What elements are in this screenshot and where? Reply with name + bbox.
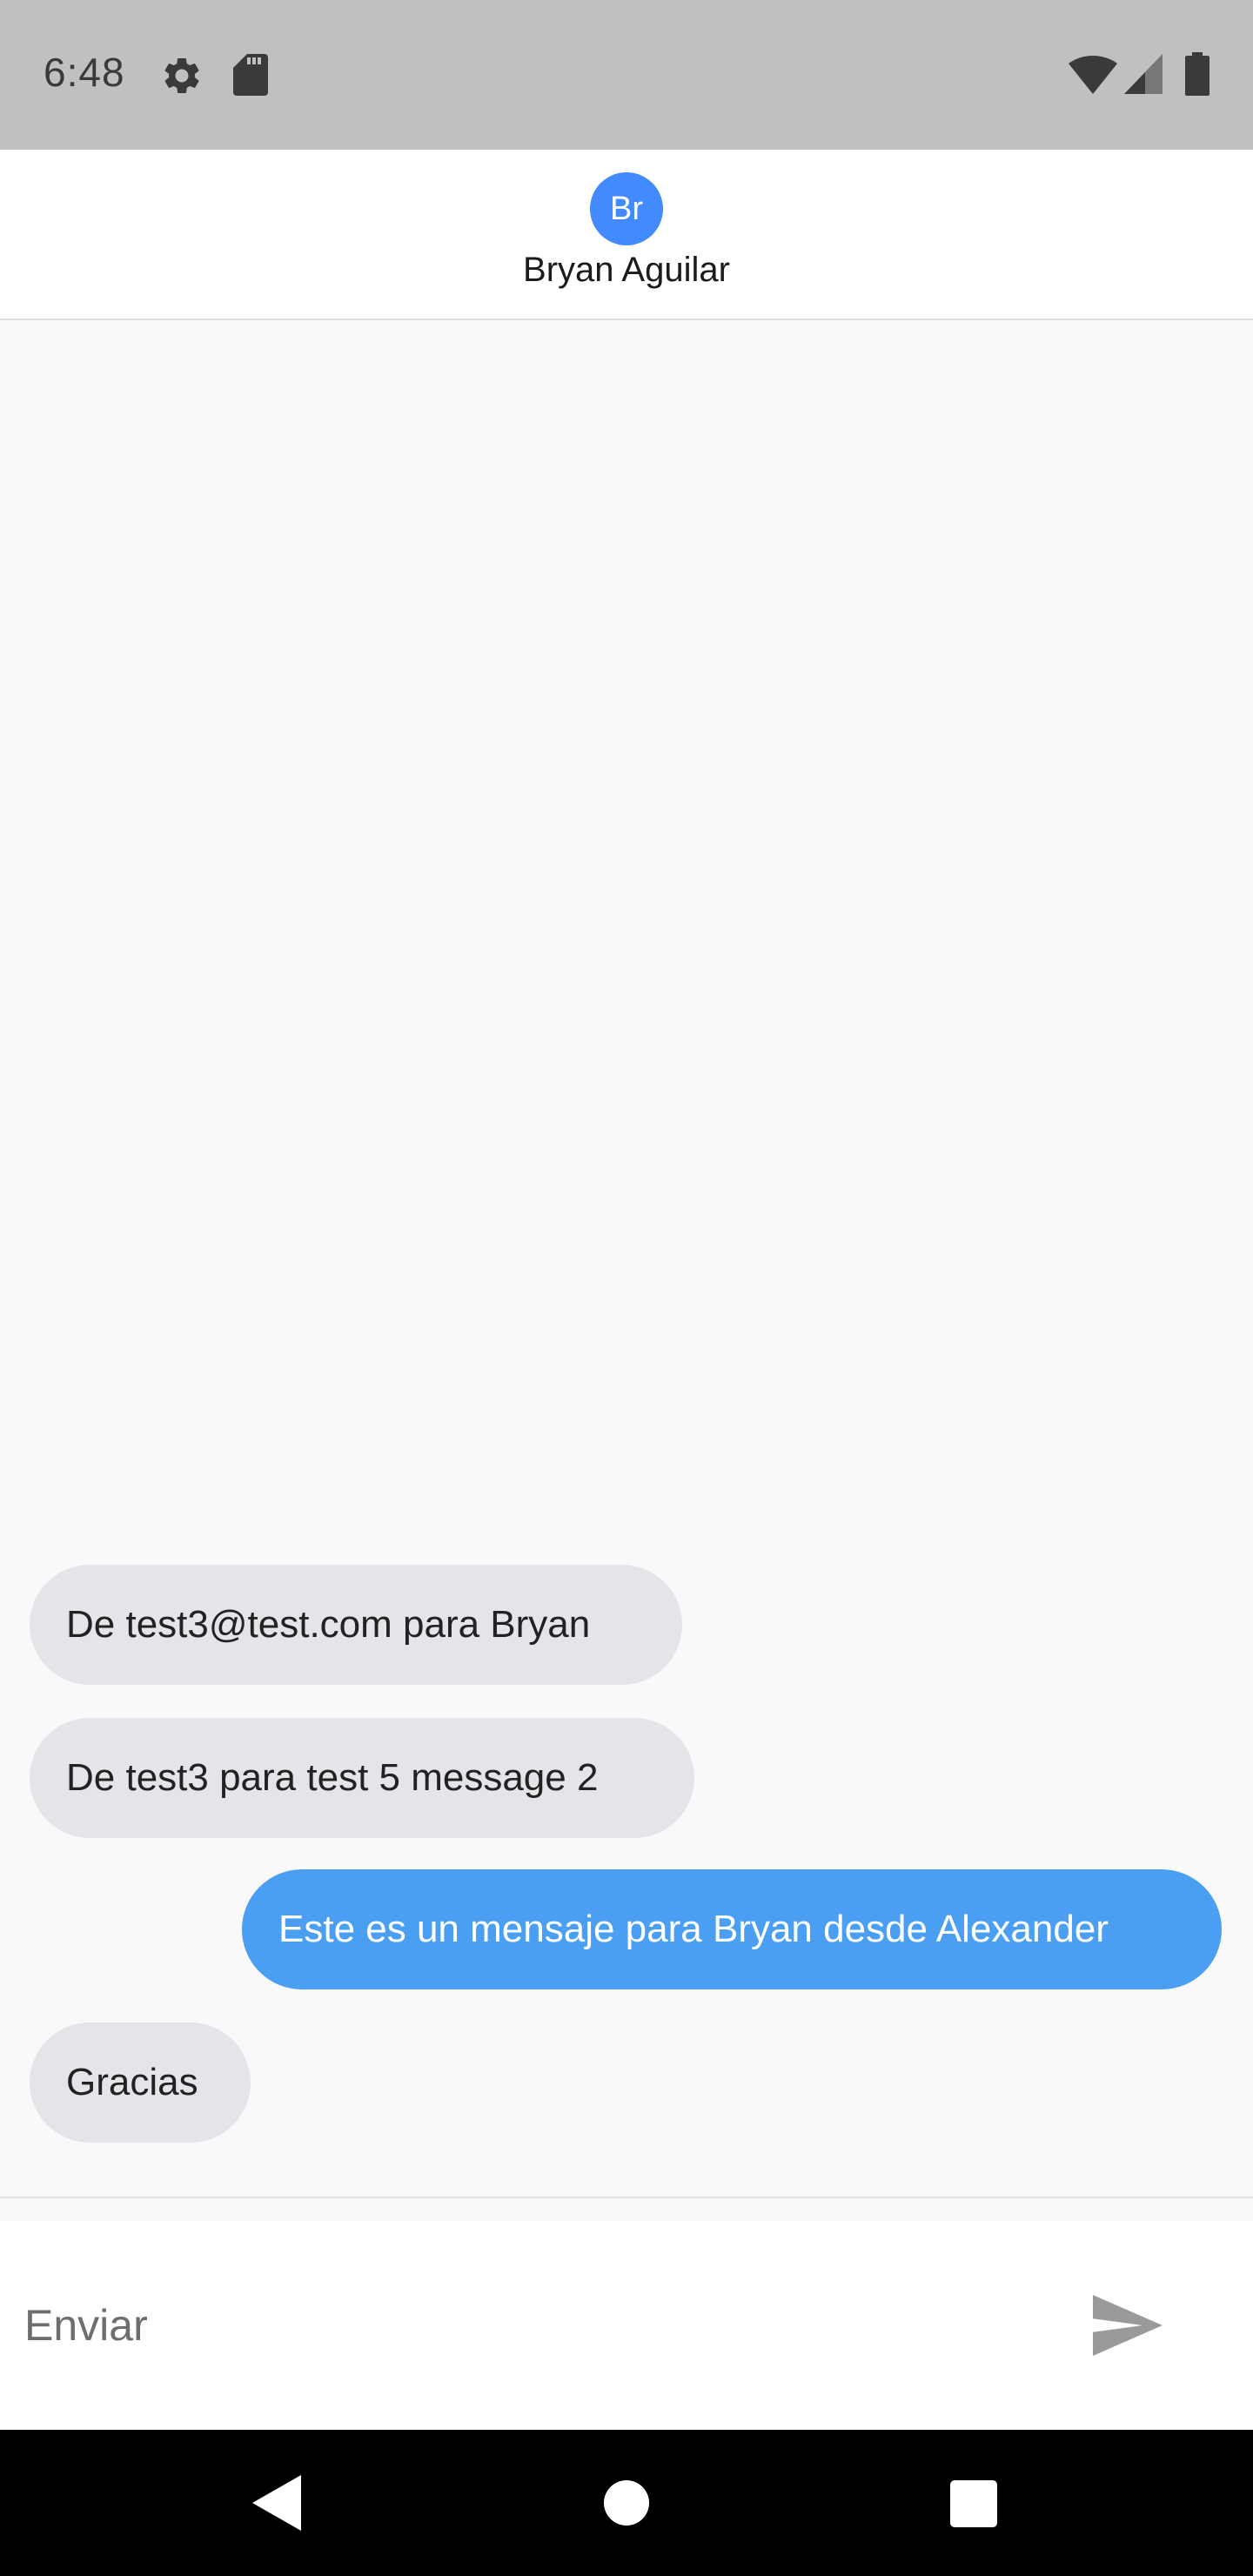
battery-icon xyxy=(1185,52,1209,96)
message-bubble-received[interactable]: De test3@test.com para Bryan xyxy=(30,1565,682,1685)
chat-screen: 6:48 Br Bryan Aguilar De test3@test.com … xyxy=(0,0,1253,2576)
message-bubble-received[interactable]: Gracias xyxy=(30,2023,251,2143)
message-text: Gracias xyxy=(66,2061,198,2103)
message-text: De test3@test.com para Bryan xyxy=(66,1603,591,1646)
send-icon xyxy=(1093,2295,1163,2356)
avatar-initials: Br xyxy=(610,190,643,227)
wifi-icon xyxy=(1069,56,1117,94)
send-button[interactable] xyxy=(1088,2285,1168,2365)
contact-name: Bryan Aguilar xyxy=(523,251,730,289)
message-bubble-sent[interactable]: Este es un mensaje para Bryan desde Alex… xyxy=(242,1869,1222,1989)
message-bubble-received[interactable]: De test3 para test 5 message 2 xyxy=(30,1718,694,1838)
message-list[interactable]: De test3@test.com para Bryan De test3 pa… xyxy=(0,322,1253,2197)
status-bar: 6:48 xyxy=(0,0,1253,150)
avatar[interactable]: Br xyxy=(590,172,663,245)
navigation-bar xyxy=(0,2430,1253,2576)
signal-icon xyxy=(1124,54,1163,94)
gear-icon xyxy=(164,57,199,93)
message-input[interactable] xyxy=(24,2282,1025,2369)
home-icon[interactable] xyxy=(604,2480,649,2526)
back-icon[interactable] xyxy=(252,2475,301,2531)
message-composer xyxy=(0,2221,1253,2430)
message-text: De test3 para test 5 message 2 xyxy=(66,1756,599,1799)
divider xyxy=(0,2197,1253,2198)
message-text: Este es un mensaje para Bryan desde Alex… xyxy=(278,1908,1109,1950)
recents-icon[interactable] xyxy=(950,2480,997,2527)
status-time: 6:48 xyxy=(44,50,125,95)
chat-header: Br Bryan Aguilar xyxy=(0,150,1253,320)
sd-card-icon xyxy=(233,54,268,96)
